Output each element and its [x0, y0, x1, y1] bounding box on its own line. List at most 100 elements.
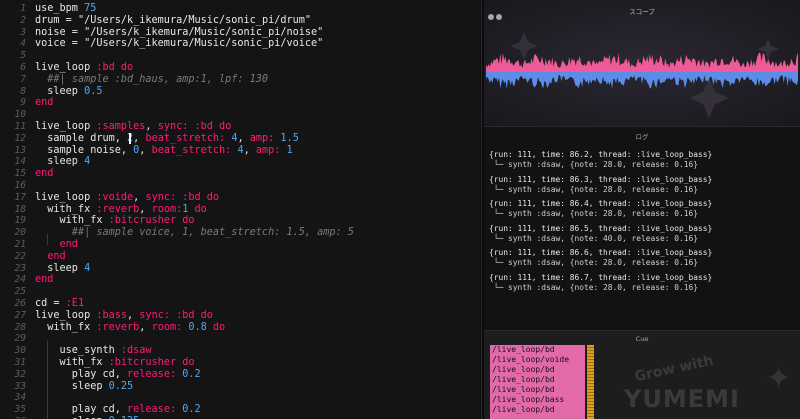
code-line[interactable]	[35, 109, 480, 121]
code-token: ,	[139, 203, 152, 215]
watermark-logo: Grow with YUMEMI ✦	[614, 341, 800, 419]
cue-list: /live_loop/bd/live_loop/voide/live_loop/…	[490, 345, 585, 419]
line-number: 34	[14, 392, 26, 404]
code-token: end	[35, 250, 66, 262]
code-token: ,	[133, 132, 146, 144]
code-line[interactable]: drum = "/Users/k_ikemura/Music/sonic_pi/…	[35, 15, 480, 27]
line-number: 33	[14, 380, 26, 392]
cue-pane[interactable]: Cue /live_loop/bd/live_loop/voide/live_l…	[484, 330, 800, 419]
cue-activity-bar	[587, 345, 594, 419]
code-area[interactable]: use_bpm 75 drum = "/Users/k_ikemura/Music…	[35, 3, 480, 419]
code-token: do	[188, 203, 207, 215]
code-line[interactable]: end	[35, 168, 480, 180]
code-line[interactable]: sleep 4	[35, 156, 480, 168]
code-line[interactable]: live_loop :bd do	[35, 62, 480, 74]
line-number: 16	[14, 179, 26, 191]
code-line[interactable]: play cd, release: 0.2	[35, 369, 480, 381]
code-token: with_fx	[35, 321, 97, 333]
code-line[interactable]: live_loop :voide, sync: :bd do	[35, 192, 480, 204]
code-line[interactable]: use_bpm 75	[35, 3, 480, 15]
code-token: ,	[145, 120, 158, 132]
code-line[interactable]	[35, 333, 480, 345]
code-token: sleep	[35, 262, 85, 274]
code-token: live_loop	[35, 120, 97, 132]
cue-item: /live_loop/bd	[492, 405, 555, 414]
code-token: do	[212, 120, 232, 132]
code-line[interactable]: live_loop :bass, sync: :bd do	[35, 310, 480, 322]
code-line[interactable]: sleep 0.25	[35, 381, 480, 393]
code-editor[interactable]: 1 2 3 4 5 6 7 8 9 10 11 12 13 14 15 16 17 18 19 20 21 22 23 24 2…	[0, 0, 480, 419]
code-token: with_fx	[35, 215, 109, 227]
scope-waveform	[486, 32, 798, 118]
code-line[interactable]: end	[35, 251, 480, 263]
code-line[interactable]: noise = "/Users/k_ikemura/Music/sonic_pi…	[35, 27, 480, 39]
code-line[interactable]	[35, 392, 480, 404]
log-entry: {run: 111, time: 86.4, thread: :live_loo…	[489, 199, 796, 219]
line-number: 17	[14, 191, 26, 203]
code-token: sync:	[139, 309, 170, 321]
code-token: 4	[84, 262, 91, 274]
code-line[interactable]: sleep 0.5	[35, 86, 480, 98]
line-number: 25	[14, 286, 26, 298]
code-line[interactable]: with_fx :bitcrusher do	[35, 357, 480, 369]
code-token: 0.25	[108, 380, 134, 392]
log-pane[interactable]: ログ {run: 111, time: 86.2, thread: :live_…	[484, 126, 800, 330]
code-token: sleep	[35, 156, 85, 168]
code-token: ##| sample :bd_haus, amp:1, lpf: 130	[35, 73, 269, 85]
code-token: release:	[127, 404, 177, 416]
line-number: 18	[14, 203, 26, 215]
code-token: 0.2	[182, 368, 201, 380]
code-line[interactable]	[35, 50, 480, 62]
log-entry-header: {run: 111, time: 86.5, thread: :live_loo…	[489, 223, 713, 233]
code-line[interactable]: with_fx :reverb, room:1 do	[35, 204, 480, 216]
code-token: :bass	[96, 309, 128, 321]
code-line[interactable]	[35, 286, 480, 298]
code-token: :E1	[65, 297, 85, 309]
watermark-line2: YUMEMI	[624, 385, 740, 413]
log-entry-detail: └─ synth :dsaw, {note: 28.0, release: 0.…	[489, 282, 699, 292]
code-token: ,	[127, 309, 140, 321]
code-line[interactable]: sleep 4	[35, 263, 480, 275]
code-line[interactable]: end	[35, 274, 480, 286]
code-token: room:	[151, 321, 183, 333]
line-number: 24	[14, 274, 26, 286]
cue-item: /live_loop/bd	[492, 375, 555, 384]
code-line[interactable]: ##| sample :bd_haus, amp:1, lpf: 130	[35, 74, 480, 86]
code-token: do	[194, 309, 213, 321]
code-token: :reverb	[96, 321, 140, 333]
code-line[interactable]: cd = :E1	[35, 298, 480, 310]
code-line[interactable]: end	[35, 97, 480, 109]
code-token: :bd	[182, 191, 201, 203]
code-token: live_loop	[35, 191, 97, 203]
code-token: 0.2	[182, 404, 201, 416]
log-entry-detail: └─ synth :dsaw, {note: 40.0, release: 0.…	[489, 233, 699, 243]
line-number: 7	[20, 73, 26, 85]
cue-item: /live_loop/bass	[492, 395, 565, 404]
line-number: 23	[14, 262, 26, 274]
line-number: 28	[14, 321, 26, 333]
line-number: 14	[14, 156, 26, 168]
code-token: do	[200, 191, 220, 203]
code-token: ##| sample voice, 1, beat_stretch: 1.5, …	[35, 227, 354, 239]
code-token: 4	[84, 156, 91, 168]
code-line[interactable]: play cd, release: 0.2	[35, 404, 480, 416]
code-line[interactable]: end	[35, 239, 480, 251]
code-line[interactable]: sample noise, 0, beat_stretch: 4, amp: 1	[35, 145, 480, 157]
line-number: 6	[20, 61, 26, 73]
code-line[interactable]: use_synth :dsaw	[35, 345, 480, 357]
code-line[interactable]: sample drum, 2, beat_stretch: 4, amp: 1.…	[35, 133, 480, 145]
code-line[interactable]: live_loop :samples, sync: :bd do	[35, 121, 480, 133]
code-line[interactable]: with_fx :reverb, room: 0.8 do	[35, 322, 480, 334]
code-line[interactable]: ##| sample voice, 1, beat_stretch: 1.5, …	[35, 227, 480, 239]
cue-item: /live_loop/bd	[492, 385, 555, 394]
line-number: 9	[20, 97, 26, 109]
log-entry-detail: └─ synth :dsaw, {note: 28.0, release: 0.…	[489, 160, 699, 169]
code-line[interactable]	[35, 180, 480, 192]
code-token: 75	[84, 3, 97, 14]
code-line[interactable]: voice = "/Users/k_ikemura/Music/sonic_pi…	[35, 38, 480, 50]
code-line[interactable]: with_fx :bitcrusher do	[35, 215, 480, 227]
line-number: 21	[14, 238, 26, 250]
code-token: ,	[243, 144, 256, 156]
code-token: :samples	[96, 120, 146, 132]
log-entry: {run: 111, time: 86.3, thread: :live_loo…	[489, 175, 796, 195]
